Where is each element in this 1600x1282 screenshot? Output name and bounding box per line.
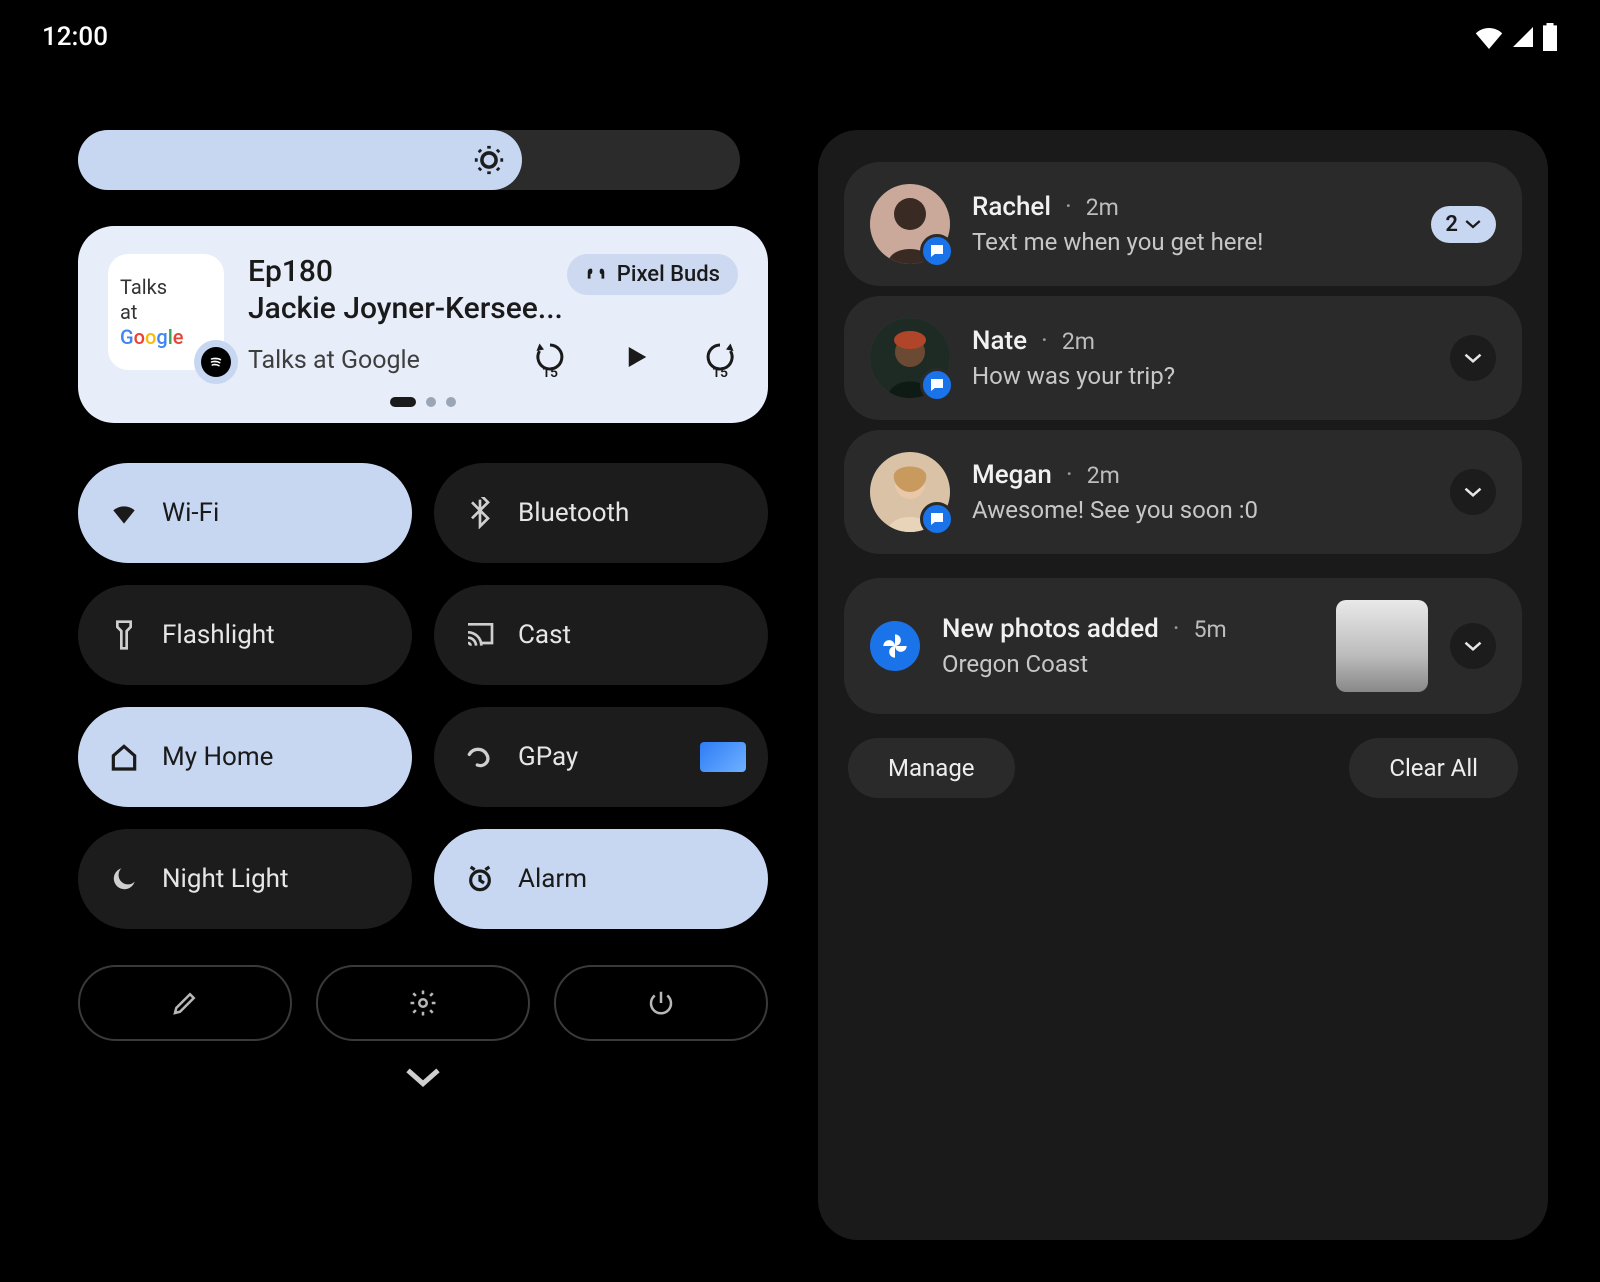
notif-expand[interactable] (1450, 335, 1496, 381)
messages-app-icon (920, 234, 954, 268)
bluetooth-icon (464, 497, 496, 529)
spotify-icon (194, 340, 238, 384)
tile-gpay[interactable]: GPay (434, 707, 768, 807)
flashlight-icon (108, 619, 140, 651)
notif-sender: Megan (972, 460, 1052, 490)
tile-flashlight[interactable]: Flashlight (78, 585, 412, 685)
chevron-down-icon (1463, 485, 1483, 499)
home-icon (108, 741, 140, 773)
photos-app-icon (870, 621, 920, 671)
gpay-icon (464, 741, 496, 773)
notification-conversation[interactable]: Megan · 2m Awesome! See you soon :0 (844, 430, 1522, 554)
cast-icon (464, 619, 496, 651)
clock: 12:00 (42, 22, 108, 52)
notif-text: Awesome! See you soon :0 (972, 496, 1428, 524)
media-source: Talks at Google (248, 346, 420, 375)
notification-conversation[interactable]: Nate · 2m How was your trip? (844, 296, 1522, 420)
signal-icon (1510, 25, 1536, 49)
media-artist: Jackie Joyner-Kersee... (248, 291, 563, 328)
notification-footer: Manage Clear All (844, 738, 1522, 798)
notif-sender: Nate (972, 326, 1027, 356)
wifi-icon (108, 497, 140, 529)
notif-time: 2m (1087, 462, 1120, 489)
power-icon (646, 988, 676, 1018)
notif-expand[interactable] (1450, 469, 1496, 515)
notif-time: 2m (1086, 194, 1119, 221)
notif-text: How was your trip? (972, 362, 1428, 390)
alarm-icon (464, 863, 496, 895)
status-icons (1474, 23, 1558, 51)
chevron-down-icon (1463, 639, 1483, 653)
tile-alarm[interactable]: Alarm (434, 829, 768, 929)
tile-wifi[interactable]: Wi-Fi (78, 463, 412, 563)
notification-shade: Rachel · 2m Text me when you get here! 2… (818, 130, 1548, 1240)
messages-app-icon (920, 502, 954, 536)
edit-tiles-button[interactable] (78, 965, 292, 1041)
gear-icon (408, 988, 438, 1018)
pencil-icon (170, 988, 200, 1018)
tile-night-light[interactable]: Night Light (78, 829, 412, 929)
notification-conversation[interactable]: Rachel · 2m Text me when you get here! 2 (844, 162, 1522, 286)
collapse-handle[interactable] (78, 1065, 768, 1089)
notif-subtitle: Oregon Coast (942, 650, 1314, 678)
forward-15-button[interactable]: 15 (702, 339, 738, 379)
media-title: Ep180 (248, 254, 563, 291)
power-button[interactable] (554, 965, 768, 1041)
brightness-slider[interactable] (78, 130, 768, 190)
rewind-15-button[interactable]: 15 (532, 339, 568, 379)
notif-time: 5m (1194, 616, 1227, 643)
notif-count-expand[interactable]: 2 (1431, 206, 1496, 243)
photo-thumbnail (1336, 600, 1428, 692)
wifi-icon (1474, 25, 1504, 49)
settings-button[interactable] (316, 965, 530, 1041)
status-bar: 12:00 (0, 22, 1600, 52)
notif-time: 2m (1062, 328, 1095, 355)
tile-my-home[interactable]: My Home (78, 707, 412, 807)
quick-settings-panel: Talks at Google Ep180 Jackie Joyner-Kers… (78, 130, 768, 1089)
battery-icon (1542, 23, 1558, 51)
chevron-down-icon (1464, 218, 1482, 230)
brightness-icon (472, 143, 506, 177)
card-thumbnail (700, 742, 746, 772)
notif-title: New photos added (942, 614, 1159, 644)
manage-button[interactable]: Manage (848, 738, 1015, 798)
qs-footer-actions (78, 965, 768, 1041)
play-button[interactable] (620, 342, 650, 376)
earbuds-icon (585, 264, 607, 286)
chevron-down-icon (1463, 351, 1483, 365)
moon-icon (108, 863, 140, 895)
qs-tiles-grid: Wi-Fi Bluetooth Flashlight Cast My Home … (78, 463, 768, 929)
clear-all-button[interactable]: Clear All (1349, 738, 1518, 798)
chevron-down-icon (403, 1065, 443, 1089)
media-page-indicator (108, 397, 738, 407)
output-device-chip[interactable]: Pixel Buds (567, 254, 738, 295)
notif-expand[interactable] (1450, 623, 1496, 669)
notification-photos[interactable]: New photos added · 5m Oregon Coast (844, 578, 1522, 714)
tile-bluetooth[interactable]: Bluetooth (434, 463, 768, 563)
notif-sender: Rachel (972, 192, 1051, 222)
tile-cast[interactable]: Cast (434, 585, 768, 685)
notif-text: Text me when you get here! (972, 228, 1409, 256)
messages-app-icon (920, 368, 954, 402)
media-player-card[interactable]: Talks at Google Ep180 Jackie Joyner-Kers… (78, 226, 768, 423)
album-art: Talks at Google (108, 254, 224, 370)
